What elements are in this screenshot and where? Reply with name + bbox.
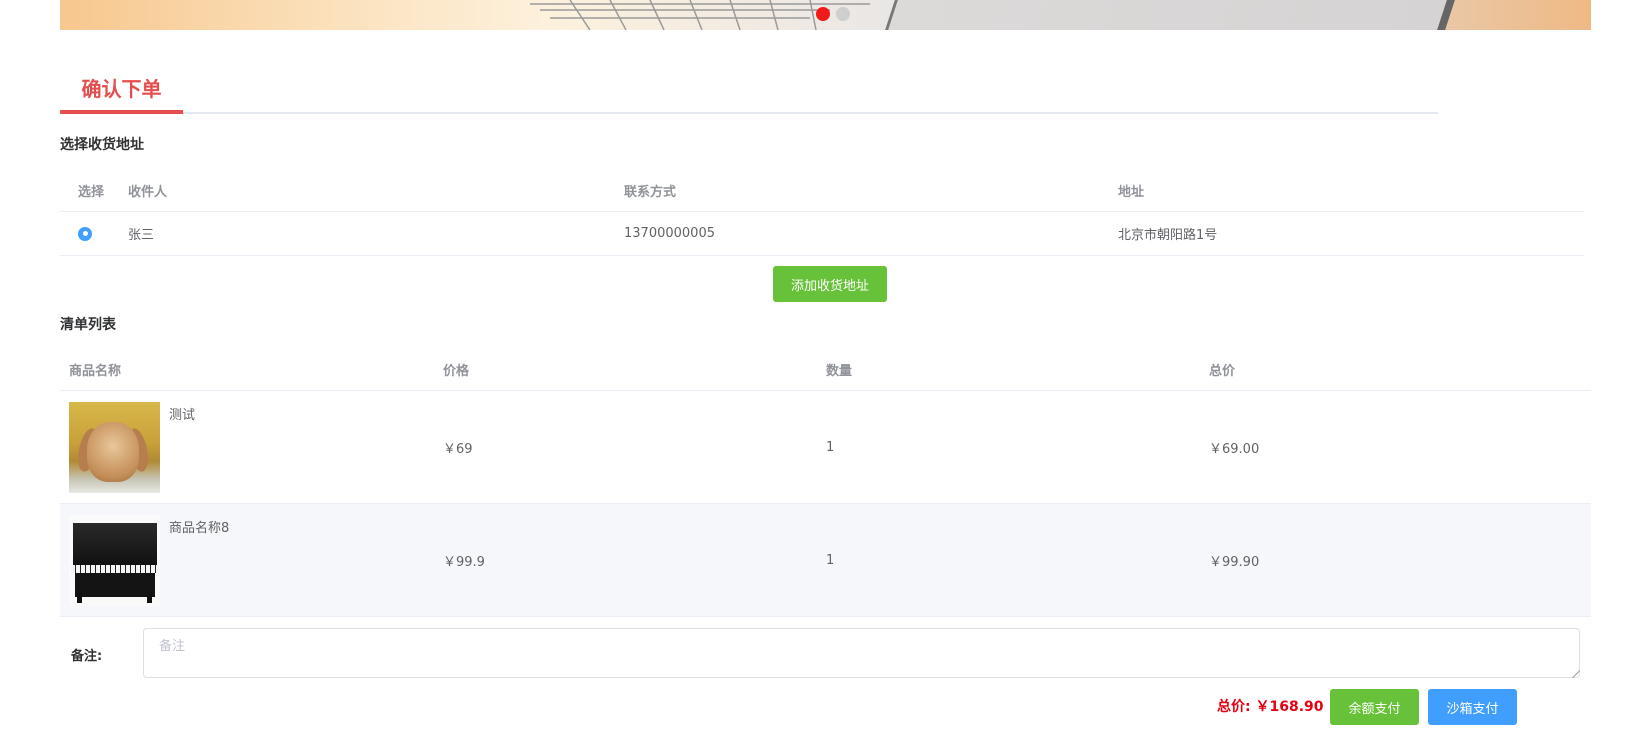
column-header-quantity: 数量 <box>826 363 853 379</box>
section-header: 确认下单 <box>60 70 1438 114</box>
column-header-select: 选择 <box>78 185 105 200</box>
product-quantity: 1 <box>826 439 835 455</box>
carousel-dot-1[interactable] <box>816 7 830 21</box>
product-quantity: 1 <box>826 552 835 568</box>
column-header-product: 商品名称 <box>69 363 122 379</box>
items-table-header: 商品名称 价格 数量 总价 <box>60 348 1591 391</box>
product-total: ￥99.90 <box>1209 554 1260 570</box>
column-header-contact: 联系方式 <box>624 185 677 200</box>
total-value: ￥168.90 <box>1255 699 1324 715</box>
address-table: 选择 收件人 联系方式 地址 张三 13700000005 北京市朝阳路1号 <box>60 170 1584 256</box>
add-address-button[interactable]: 添加收货地址 <box>773 266 887 302</box>
items-table: 商品名称 价格 数量 总价 测试 ￥69 1 ￥69.00 商品名称8 ￥99.… <box>60 348 1591 617</box>
table-row: 商品名称8 ￥99.9 1 ￥99.90 <box>60 504 1591 617</box>
carousel-dot-2[interactable] <box>836 7 850 21</box>
remark-label: 备注: <box>71 649 103 664</box>
product-price: ￥99.9 <box>443 554 485 570</box>
table-row: 测试 ￥69 1 ￥69.00 <box>60 391 1591 504</box>
balance-pay-button[interactable]: 余额支付 <box>1330 689 1419 725</box>
page-title: 确认下单 <box>60 74 183 114</box>
product-price: ￥69 <box>443 441 473 457</box>
bunny-image <box>69 402 160 493</box>
table-row[interactable]: 张三 13700000005 北京市朝阳路1号 <box>60 212 1584 256</box>
piano-image <box>69 515 160 606</box>
items-section-title: 清单列表 <box>60 317 116 333</box>
address-table-header: 选择 收件人 联系方式 地址 <box>60 170 1584 212</box>
product-cell: 商品名称8 <box>60 504 443 616</box>
recipient-address: 北京市朝阳路1号 <box>1118 228 1218 243</box>
column-header-recipient: 收件人 <box>128 185 168 200</box>
sandbox-pay-button[interactable]: 沙箱支付 <box>1428 689 1517 725</box>
recipient-name: 张三 <box>128 228 155 243</box>
product-name: 测试 <box>169 408 196 423</box>
product-cell: 测试 <box>60 391 443 503</box>
address-section-title: 选择收货地址 <box>60 137 144 153</box>
carousel-indicators <box>816 7 850 21</box>
device-screen-image <box>885 0 1455 30</box>
product-total: ￥69.00 <box>1209 441 1260 457</box>
order-total: 总价: ￥168.90 <box>1217 696 1324 716</box>
product-name: 商品名称8 <box>169 521 230 536</box>
column-header-address: 地址 <box>1118 185 1145 200</box>
remark-textarea[interactable] <box>143 628 1580 678</box>
column-header-total: 总价 <box>1209 363 1236 379</box>
address-radio[interactable] <box>78 226 92 241</box>
total-label: 总价: <box>1217 699 1251 715</box>
column-header-price: 价格 <box>443 363 470 379</box>
recipient-phone: 13700000005 <box>624 226 715 241</box>
